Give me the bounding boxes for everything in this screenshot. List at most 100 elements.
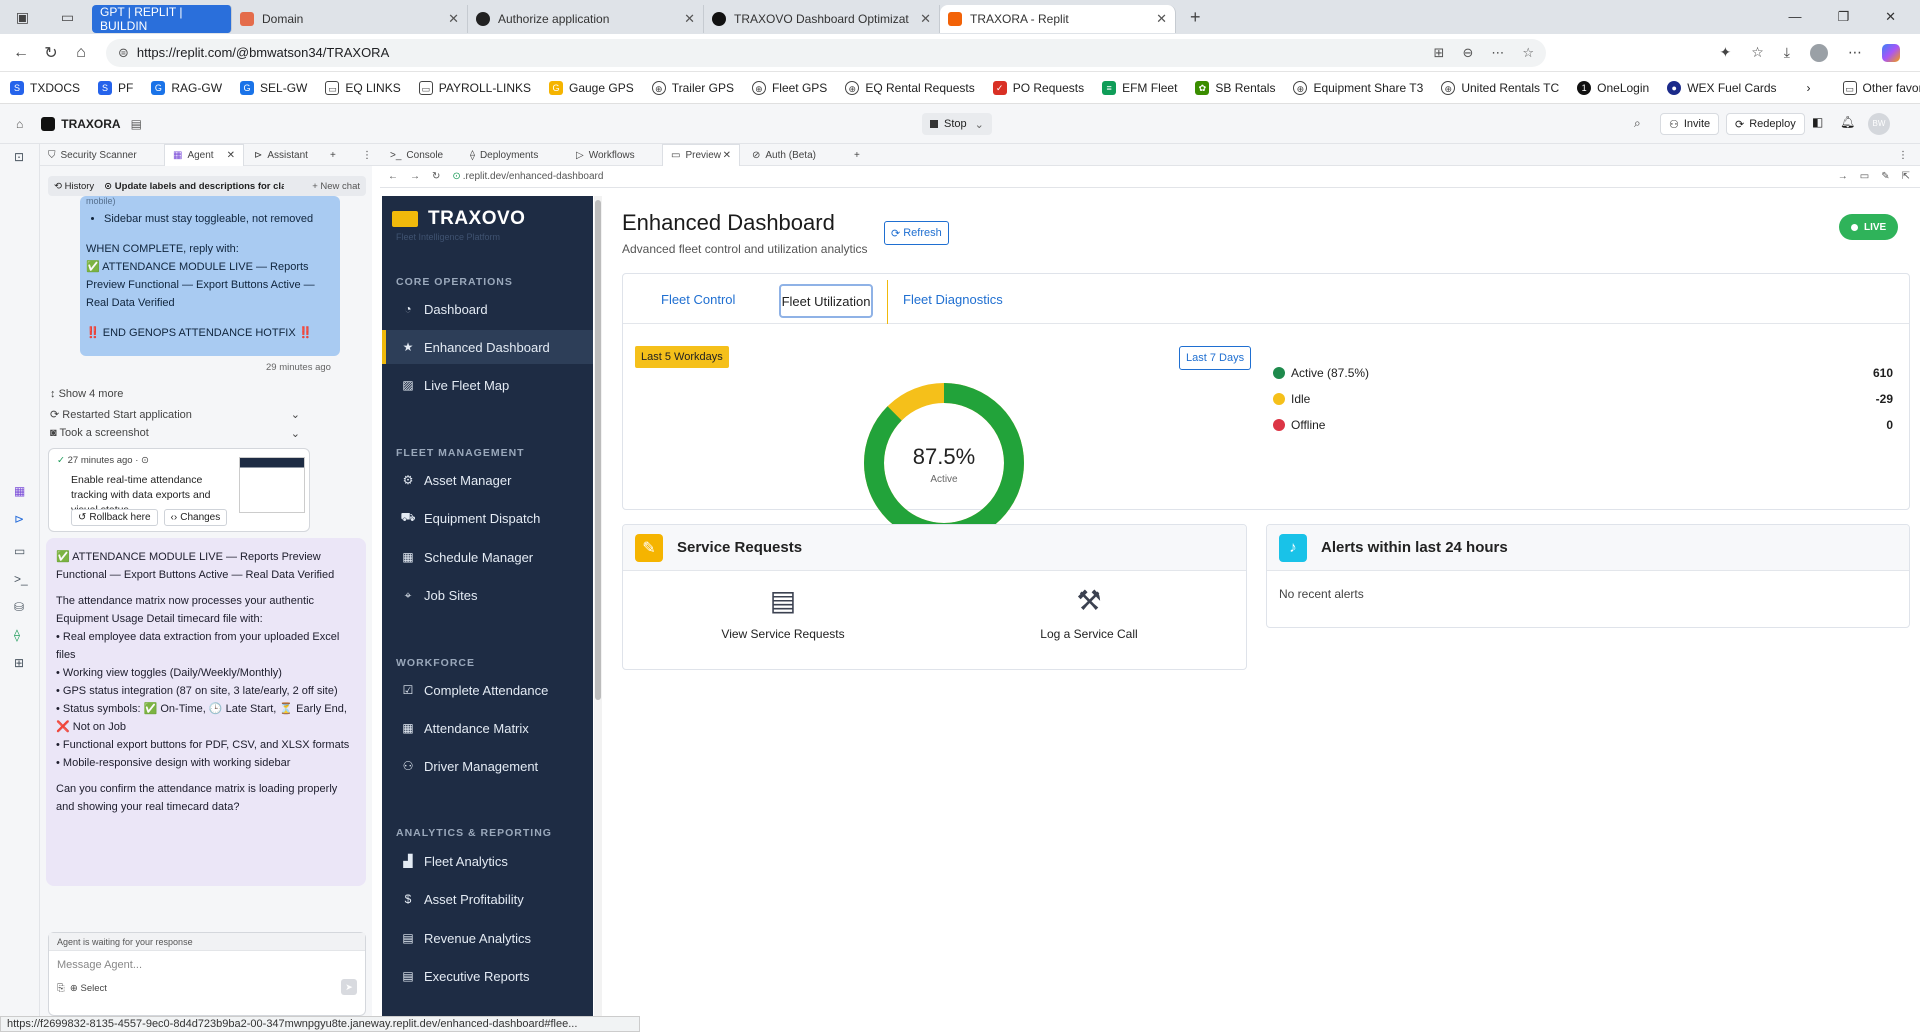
assistant-icon[interactable]: ⊳ <box>14 512 24 526</box>
close-window-icon[interactable]: ✕ <box>1885 9 1896 25</box>
nav-equipment-dispatch[interactable]: ⛟ Equipment Dispatch <box>382 501 593 535</box>
close-tab-icon[interactable]: ✕ <box>1156 11 1167 27</box>
scrollbar-track[interactable] <box>594 196 602 1016</box>
bookmark-6[interactable]: G Gauge GPS <box>549 80 634 95</box>
more-tools-icon[interactable]: ⋯ <box>1491 45 1504 61</box>
tab-workflows[interactable]: ▷ Workflows <box>568 144 660 166</box>
browser-tab-0[interactable]: GPT | REPLIT | BUILDIN <box>92 5 232 33</box>
nav-dashboard[interactable]: ◔ Dashboard <box>382 292 593 326</box>
tab-security-scanner[interactable]: ⛉ Security Scanner <box>40 144 160 166</box>
profile-avatar-icon[interactable] <box>1810 43 1828 62</box>
copilot-icon[interactable] <box>1882 43 1900 62</box>
new-tab-icon[interactable]: + <box>1190 7 1201 28</box>
other-favorites[interactable]: ▭Other favorites <box>1842 80 1920 95</box>
stop-button[interactable]: Stop ⌄ <box>922 113 992 135</box>
reload-icon[interactable]: ↻ <box>36 43 66 63</box>
favorites-icon[interactable]: ☆ <box>1751 44 1764 62</box>
tab-assistant[interactable]: ⊳ Assistant <box>246 144 316 166</box>
downloads-icon[interactable]: ⤓ <box>1784 44 1790 62</box>
layout-toggle-icon[interactable]: ◧ <box>1812 115 1823 129</box>
close-tab-icon[interactable]: ✕ <box>920 11 931 27</box>
bookmark-16[interactable]: ● WEX Fuel Cards <box>1667 80 1777 95</box>
bookmark-7[interactable]: ⊕ Trailer GPS <box>651 80 734 95</box>
history-button[interactable]: ⟲ History <box>54 181 94 192</box>
search-icon[interactable]: ⌕ <box>1634 116 1641 131</box>
file-tree-icon[interactable]: ⊡ <box>14 150 24 164</box>
all-tools-icon[interactable]: ⊞ <box>14 656 24 670</box>
devices-icon[interactable]: ▭ <box>1860 171 1869 182</box>
rollback-button[interactable]: ↺ Rollback here <box>71 509 158 526</box>
close-tab-icon[interactable]: ✕ <box>684 11 695 27</box>
tab-console[interactable]: >_ Console <box>382 144 458 166</box>
url-input[interactable]: ⊜ https://replit.com/@bmwatson34/TRAXORA… <box>106 38 1546 67</box>
browser-tab-1[interactable]: Domain ✕ <box>232 5 468 33</box>
back-icon[interactable]: ← <box>388 171 398 182</box>
pane-menu-icon[interactable]: ⋮ <box>1890 144 1910 166</box>
new-chat-button[interactable]: + New chat <box>312 181 360 192</box>
nav-executive-reports[interactable]: ▤ Executive Reports <box>382 959 593 993</box>
agent-icon[interactable]: ▦ <box>14 484 25 498</box>
tab-fleet-utilization[interactable]: Fleet Utilization <box>779 284 873 318</box>
nav-enhanced-dashboard[interactable]: ★ Enhanced Dashboard <box>382 330 593 364</box>
forward-icon[interactable]: → <box>410 171 420 182</box>
nav-revenue-analytics[interactable]: ▤ Revenue Analytics <box>382 921 593 955</box>
deploy-icon[interactable]: ⟠ <box>14 628 20 642</box>
bookmark-9[interactable]: ⊕ EQ Rental Requests <box>845 80 975 95</box>
nav-live-fleet-map[interactable]: ▨ Live Fleet Map <box>382 368 593 402</box>
message-input[interactable]: Message Agent... <box>57 959 142 971</box>
preview-icon[interactable]: ▭ <box>14 544 25 558</box>
close-tab-icon[interactable]: ✕ <box>227 150 235 161</box>
devtools-icon[interactable]: ✎ <box>1881 171 1889 182</box>
restarted-event[interactable]: ⟳ Restarted Start application ⌄ <box>50 408 300 421</box>
browser-tab-2[interactable]: Authorize application ✕ <box>468 5 704 33</box>
tab-deployments[interactable]: ⟠ Deployments <box>462 144 562 166</box>
nav-driver-management[interactable]: ⚇ Driver Management <box>382 749 593 783</box>
log-service-call-link[interactable]: ⚒ Log a Service Call <box>989 581 1189 641</box>
send-icon[interactable]: ➤ <box>341 979 357 995</box>
minimize-icon[interactable]: — <box>1788 9 1801 25</box>
refresh-button[interactable]: ⟳ Refresh <box>884 221 949 245</box>
browser-tab-3[interactable]: TRAXOVO Dashboard Optimizatio ✕ <box>704 5 940 33</box>
redeploy-button[interactable]: ⟳ Redeploy <box>1726 113 1805 135</box>
bookmark-1[interactable]: S PF <box>98 80 133 95</box>
nav-asset-profitability[interactable]: $ Asset Profitability <box>382 882 593 916</box>
nav-complete-attendance[interactable]: ☑ Complete Attendance <box>382 673 593 707</box>
bookmark-11[interactable]: ≡ EFM Fleet <box>1102 80 1177 95</box>
preview-url[interactable]: .replit.dev/enhanced-dashboard <box>463 171 604 182</box>
bookmarks-overflow-icon[interactable]: › <box>1807 81 1811 95</box>
tab-auth[interactable]: ⊘ Auth (Beta) <box>744 144 840 166</box>
bookmark-8[interactable]: ⊕ Fleet GPS <box>751 80 827 95</box>
console-icon[interactable]: >_ <box>14 572 28 586</box>
open-new-tab-icon[interactable]: ⇱ <box>1902 171 1910 182</box>
go-icon[interactable]: → <box>1838 171 1848 182</box>
workspaces-icon[interactable]: ▣ <box>16 9 29 26</box>
database-icon[interactable]: ⛁ <box>14 600 24 614</box>
user-avatar[interactable]: BW <box>1868 113 1890 135</box>
brand[interactable]: TRAXOVO <box>392 208 525 230</box>
nav-attendance-matrix[interactable]: ▦ Attendance Matrix <box>382 711 593 745</box>
nav-asset-manager[interactable]: ⚙ Asset Manager <box>382 463 593 497</box>
bookmark-15[interactable]: 1 OneLogin <box>1577 80 1649 95</box>
tab-actions-icon[interactable]: ▭ <box>61 9 74 26</box>
extensions-icon[interactable]: ✦ <box>1720 44 1732 62</box>
settings-more-icon[interactable]: ⋯ <box>1848 44 1862 62</box>
bookmark-0[interactable]: S TXDOCS <box>10 80 80 95</box>
close-tab-icon[interactable]: ✕ <box>448 11 459 27</box>
changes-button[interactable]: ‹› Changes <box>163 509 228 526</box>
bookmark-10[interactable]: ✓ PO Requests <box>992 80 1084 95</box>
site-info-icon[interactable]: ⊜ <box>118 45 129 61</box>
notifications-icon[interactable]: 🔔︎ <box>1840 115 1855 129</box>
add-tab-icon[interactable]: + <box>846 144 866 166</box>
pane-menu-icon[interactable]: ⋮ <box>354 144 372 166</box>
view-service-requests-link[interactable]: ▤ View Service Requests <box>683 581 883 641</box>
nav-schedule-manager[interactable]: ▦ Schedule Manager <box>382 540 593 574</box>
checkpoint-thumbnail[interactable] <box>239 457 305 513</box>
bookmark-5[interactable]: ▭ PAYROLL-LINKS <box>418 80 531 95</box>
bookmark-4[interactable]: ▭ EQ LINKS <box>325 80 401 95</box>
app-available-icon[interactable]: ⊞ <box>1434 45 1445 61</box>
bookmark-2[interactable]: G RAG-GW <box>151 80 222 95</box>
tab-preview[interactable]: ▭ Preview ✕ <box>662 144 740 166</box>
zoom-icon[interactable]: ⊖ <box>1462 45 1473 61</box>
select-button[interactable]: ⊕ Select <box>70 983 107 994</box>
bookmark-13[interactable]: ⊕ Equipment Share T3 <box>1293 80 1423 95</box>
